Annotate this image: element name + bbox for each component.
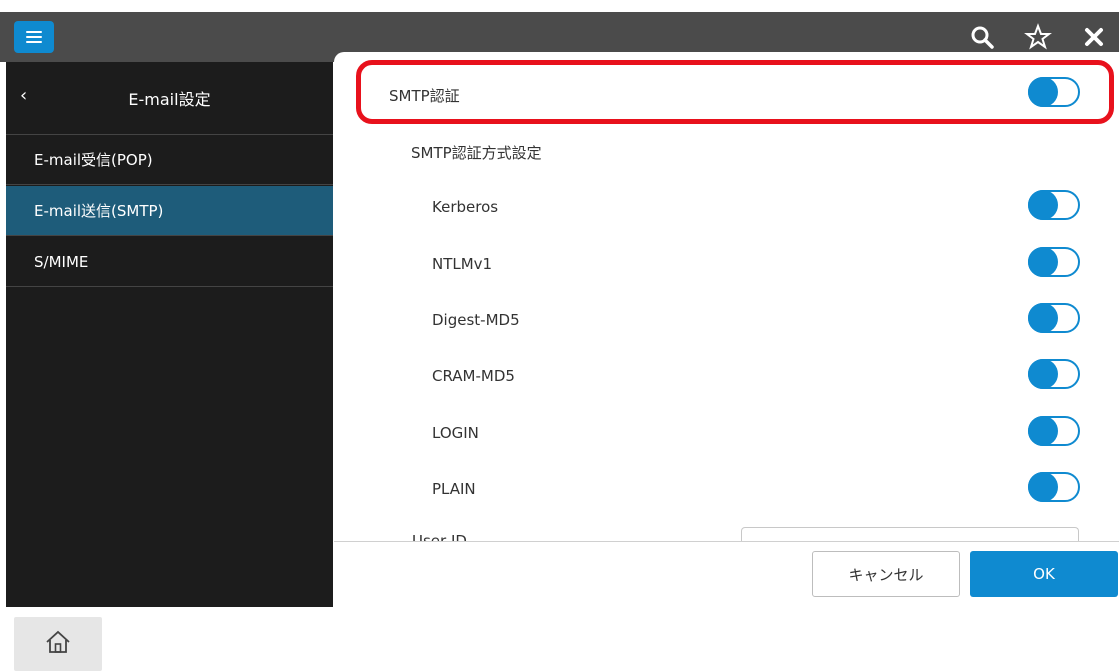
ok-button[interactable]: OK <box>970 551 1118 597</box>
sidebar-item-smime[interactable]: S/MIME <box>6 237 333 287</box>
user-id-input[interactable] <box>741 527 1079 541</box>
sidebar-item-pop[interactable]: E-mail受信(POP) <box>6 135 333 185</box>
cancel-button[interactable]: キャンセル <box>812 551 960 597</box>
sidebar-title: E-mail設定 <box>128 90 211 109</box>
method-label-plain: PLAIN <box>432 480 476 498</box>
sidebar-item-smtp[interactable]: E-mail送信(SMTP) <box>6 186 333 236</box>
settings-panel <box>334 52 1119 607</box>
sidebar: ‹ E-mail設定 E-mail受信(POP) E-mail送信(SMTP) … <box>6 62 333 607</box>
method-label-cram-md5: CRAM-MD5 <box>432 367 515 385</box>
star-icon[interactable] <box>1024 23 1052 51</box>
auth-method-heading: SMTP認証方式設定 <box>411 144 542 162</box>
method-label-kerberos: Kerberos <box>432 198 499 216</box>
highlight-frame <box>356 60 1114 124</box>
digest-md5-toggle[interactable] <box>1028 303 1080 333</box>
kerberos-toggle[interactable] <box>1028 190 1080 220</box>
method-label-ntlmv1: NTLMv1 <box>432 255 493 273</box>
login-toggle[interactable] <box>1028 416 1080 446</box>
cram-md5-toggle[interactable] <box>1028 359 1080 389</box>
method-label-login: LOGIN <box>432 424 479 442</box>
sidebar-header: ‹ E-mail設定 <box>6 62 333 135</box>
search-icon[interactable] <box>968 23 996 51</box>
user-id-label: User ID <box>412 532 467 541</box>
plain-toggle[interactable] <box>1028 472 1080 502</box>
close-icon[interactable] <box>1080 23 1108 51</box>
method-label-digest-md5: Digest-MD5 <box>432 311 520 329</box>
hamburger-menu-icon[interactable] <box>14 21 54 53</box>
home-button[interactable] <box>14 617 102 671</box>
home-icon <box>45 630 71 658</box>
ntlmv1-toggle[interactable] <box>1028 247 1080 277</box>
